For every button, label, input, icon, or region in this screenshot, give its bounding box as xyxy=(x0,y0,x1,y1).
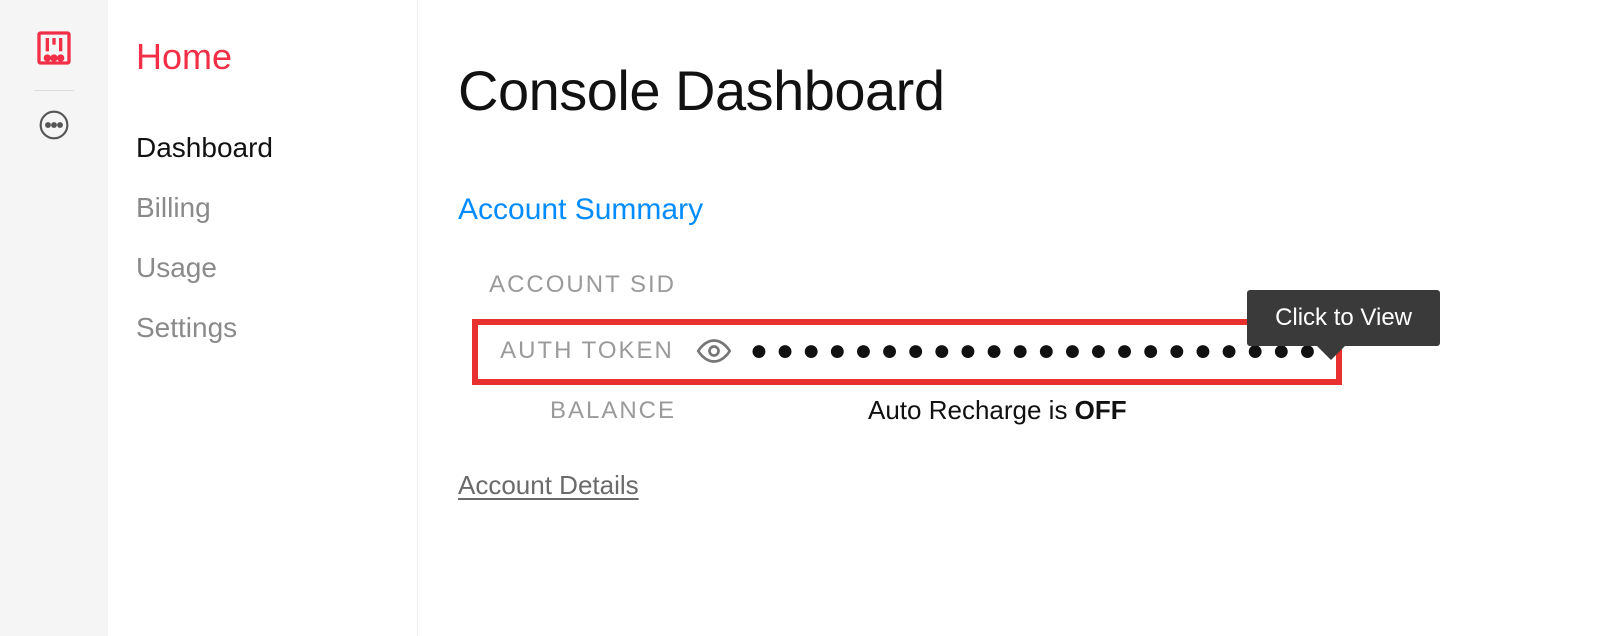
row-auth-token-highlighted: AUTH TOKEN ●●●●●●●●●●●●●●●●●●●●●●● xyxy=(472,319,1342,385)
sidebar: Home Dashboard Billing Usage Settings xyxy=(108,0,418,636)
page-title: Console Dashboard xyxy=(458,58,1600,123)
tooltip-click-to-view: Click to View xyxy=(1247,290,1440,346)
icon-rail xyxy=(0,0,108,636)
rail-divider xyxy=(34,90,74,91)
section-heading-account-summary[interactable]: Account Summary xyxy=(458,193,1600,227)
sliders-icon[interactable] xyxy=(0,0,108,90)
sidebar-item-usage[interactable]: Usage xyxy=(136,252,417,284)
label-balance: BALANCE xyxy=(458,397,698,425)
row-balance: BALANCE Auto Recharge is OFF xyxy=(458,395,1600,426)
label-auth-token: AUTH TOKEN xyxy=(484,337,696,365)
balance-status: Auto Recharge is OFF xyxy=(868,395,1127,426)
sidebar-item-billing[interactable]: Billing xyxy=(136,192,417,224)
main-content: Console Dashboard Account Summary ACCOUN… xyxy=(458,0,1600,501)
sidebar-item-dashboard[interactable]: Dashboard xyxy=(136,132,417,164)
balance-state: OFF xyxy=(1075,395,1127,425)
label-account-sid: ACCOUNT SID xyxy=(458,271,698,299)
account-details-link[interactable]: Account Details xyxy=(458,470,639,501)
eye-icon[interactable] xyxy=(696,333,732,369)
sidebar-home[interactable]: Home xyxy=(136,36,417,78)
balance-prefix: Auto Recharge is xyxy=(868,395,1075,425)
sidebar-item-settings[interactable]: Settings xyxy=(136,312,417,344)
auth-token-masked[interactable]: ●●●●●●●●●●●●●●●●●●●●●●● xyxy=(750,334,1326,368)
more-icon[interactable] xyxy=(0,105,108,163)
